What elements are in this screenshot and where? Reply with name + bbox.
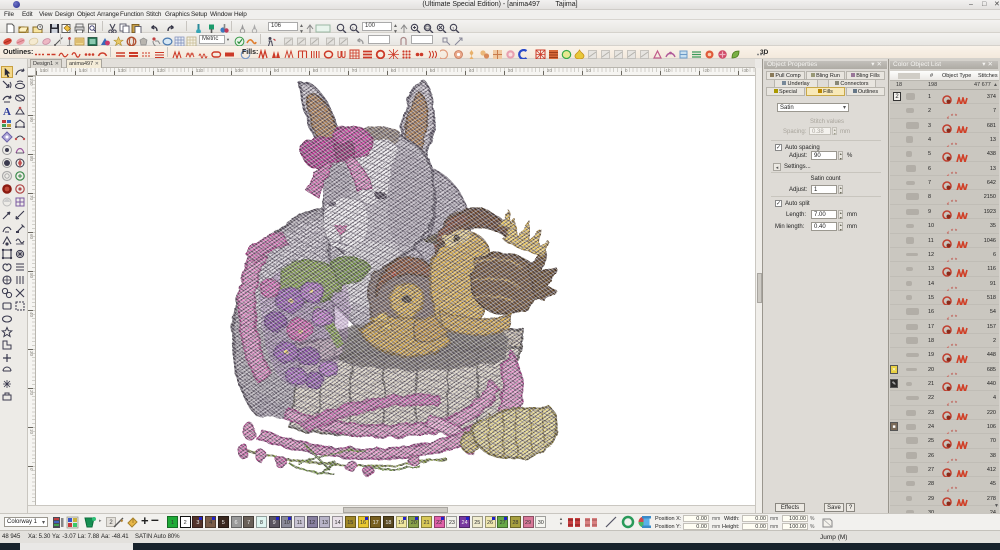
svg-text:A: A (3, 106, 11, 117)
svg-text:1: 1 (352, 25, 355, 30)
svg-text:1: 1 (452, 25, 455, 30)
